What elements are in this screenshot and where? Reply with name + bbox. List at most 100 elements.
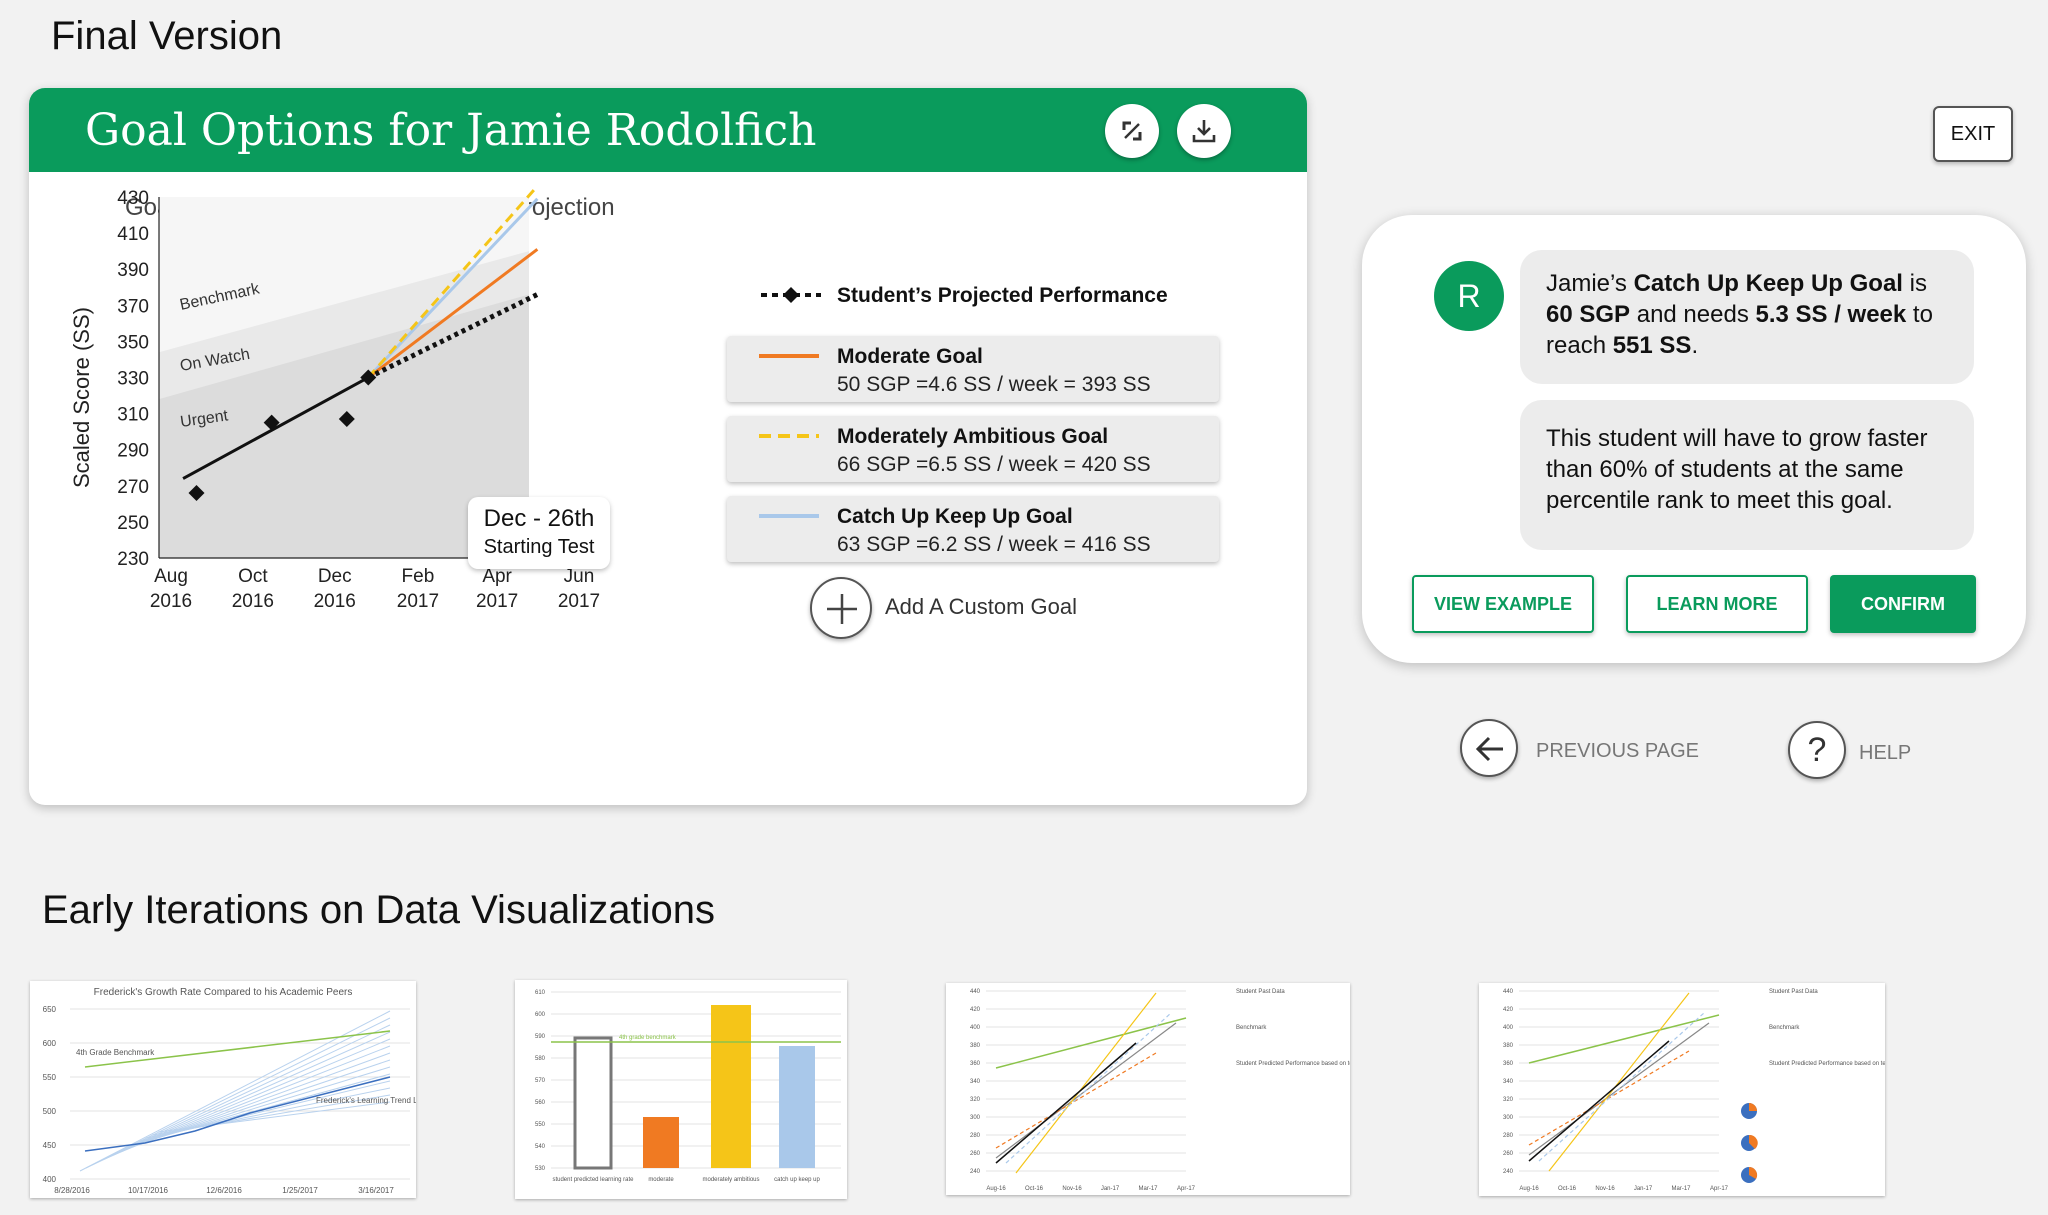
t3-x-tick: Nov-16 bbox=[1062, 1186, 1082, 1192]
thumb1-y-tick: 600 bbox=[43, 1039, 57, 1048]
thumb1-x-tick: 8/28/2016 bbox=[54, 1186, 90, 1195]
thumb1-benchmark-label: 4th Grade Benchmark bbox=[76, 1048, 155, 1057]
view-example-button[interactable]: VIEW EXAMPLE bbox=[1412, 575, 1594, 633]
growth-message-bubble: This student will have to grow faster th… bbox=[1520, 400, 1974, 550]
t3-legend-entry: Student Past Data bbox=[1236, 989, 1285, 995]
learn-more-button[interactable]: LEARN MORE bbox=[1626, 575, 1808, 633]
y-tick-label: 270 bbox=[117, 477, 149, 498]
thumb1-y-tick: 500 bbox=[43, 1107, 57, 1116]
expand-button[interactable] bbox=[1105, 104, 1159, 158]
previous-page-button[interactable] bbox=[1460, 719, 1518, 777]
exit-button[interactable]: EXIT bbox=[1933, 106, 2013, 162]
thumb1-y-tick: 550 bbox=[43, 1073, 57, 1082]
starting-test-date: Dec - 26th bbox=[483, 505, 595, 532]
x-tick-month: Oct bbox=[238, 566, 268, 587]
goal-message-line-1: Jamie’s Catch Up Keep Up Goal is bbox=[1546, 270, 1927, 297]
thumb1-title: Frederick's Growth Rate Compared to his … bbox=[94, 987, 353, 998]
goal-summary-panel: R Jamie’s Catch Up Keep Up Goal is 60 SG… bbox=[1362, 215, 2026, 663]
goal-chart: BenchmarkOn WatchUrgent 4304103903703503… bbox=[117, 185, 600, 612]
thumb1-trend-label: Frederick's Learning Trend Line bbox=[316, 1096, 416, 1105]
arrow-left-icon bbox=[1475, 736, 1503, 762]
t4-y-tick: 360 bbox=[1503, 1061, 1514, 1067]
y-tick-label: 310 bbox=[117, 405, 149, 426]
previous-page-label[interactable]: PREVIOUS PAGE bbox=[1536, 740, 1699, 763]
thumb2-y-tick: 550 bbox=[535, 1122, 546, 1128]
t4-x-tick: Apr-17 bbox=[1710, 1186, 1729, 1192]
peer-line bbox=[79, 1010, 391, 1172]
thumb2-y-tick: 610 bbox=[535, 990, 546, 996]
t4-legend-entry: Student Past Data bbox=[1769, 989, 1818, 995]
thumb1-y-tick: 400 bbox=[43, 1175, 57, 1184]
catchup-swatch bbox=[759, 514, 819, 518]
t3-x-tick: Aug-16 bbox=[986, 1186, 1006, 1192]
legend-moderately-ambitious-goal[interactable]: Moderately Ambitious Goal 66 SGP =6.5 SS… bbox=[727, 416, 1219, 482]
t4-x-tick: Aug-16 bbox=[1519, 1186, 1539, 1192]
t4-legend-entry: Student Predicted Performance based on t… bbox=[1769, 1061, 1885, 1067]
t3-y-tick: 380 bbox=[970, 1043, 981, 1049]
x-tick-month: Feb bbox=[402, 566, 435, 587]
t3-x-tick: Apr-17 bbox=[1177, 1186, 1196, 1192]
legend-moderate-goal[interactable]: Moderate Goal 50 SGP =4.6 SS / week = 39… bbox=[727, 336, 1219, 402]
t4-y-tick: 260 bbox=[1503, 1151, 1514, 1157]
starting-test-label: Starting Test bbox=[483, 536, 595, 558]
t4-x-tick: Jan-17 bbox=[1634, 1186, 1653, 1192]
t4-legend-entry: Benchmark bbox=[1769, 1025, 1800, 1031]
goal-options-card: Goal Options for Jamie Rodolfich Goal Se… bbox=[29, 88, 1307, 805]
moderate-goal-name: Moderate Goal bbox=[837, 345, 983, 368]
x-tick-year: 2017 bbox=[397, 591, 439, 612]
t3-x-tick: Mar-17 bbox=[1138, 1186, 1158, 1192]
t3-y-tick: 440 bbox=[970, 989, 981, 995]
catchup-goal-detail: 63 SGP =6.2 SS / week = 416 SS bbox=[837, 533, 1151, 556]
legend-catch-up-goal[interactable]: Catch Up Keep Up Goal 63 SGP =6.2 SS / w… bbox=[727, 496, 1219, 562]
y-tick-label: 410 bbox=[117, 224, 149, 245]
x-tick-year: 2016 bbox=[314, 591, 356, 612]
t3-x-tick: Oct-16 bbox=[1025, 1186, 1044, 1192]
projected-legend-swatch bbox=[761, 287, 821, 303]
thumb2-chart: 4th grade benchmark 610 600 590 580 570 560 55… bbox=[535, 990, 841, 1183]
y-tick-label: 290 bbox=[117, 441, 149, 462]
add-custom-goal-label[interactable]: Add A Custom Goal bbox=[885, 594, 1077, 620]
help-label[interactable]: HELP bbox=[1859, 742, 1911, 765]
thumb2-x-label: student predicted learning rate bbox=[552, 1177, 634, 1183]
download-button[interactable] bbox=[1177, 104, 1231, 158]
moderate-swatch bbox=[759, 354, 819, 358]
projected-legend-label: Student’s Projected Performance bbox=[837, 284, 1168, 307]
t3-y-tick: 260 bbox=[970, 1151, 981, 1157]
thumb2-y-tick: 530 bbox=[535, 1166, 546, 1172]
add-custom-goal-button[interactable] bbox=[810, 577, 872, 639]
iteration-thumbnail-1[interactable]: Frederick's Growth Rate Compared to his … bbox=[30, 981, 429, 1198]
t4-y-tick: 320 bbox=[1503, 1097, 1514, 1103]
confirm-button[interactable]: CONFIRM bbox=[1830, 575, 1976, 633]
question-icon: ? bbox=[1807, 731, 1827, 769]
x-tick-year: 2017 bbox=[558, 591, 600, 612]
thumb1-chart: Frederick's Growth Rate Compared to his … bbox=[43, 987, 429, 1195]
plus-icon bbox=[827, 594, 857, 624]
y-tick-label: 350 bbox=[117, 332, 149, 353]
iteration-thumbnail-2[interactable]: 4th grade benchmark 610 600 590 580 570 560 55… bbox=[515, 980, 847, 1199]
thumb1-y-tick: 650 bbox=[43, 1005, 57, 1014]
t3-legend-entry: Benchmark bbox=[1236, 1025, 1267, 1031]
thumb2-benchmark-label: 4th grade benchmark bbox=[619, 1035, 677, 1041]
iteration-thumbnail-4[interactable]: 440 420 400 380 360 340 320 300 280 260 240 Aug-16… bbox=[1479, 983, 1919, 1196]
t3-y-tick: 360 bbox=[970, 1061, 981, 1067]
y-tick-label: 230 bbox=[117, 549, 149, 570]
download-icon bbox=[1192, 120, 1216, 143]
help-button[interactable]: ? bbox=[1788, 721, 1846, 779]
thumb1-x-tick: 10/17/2016 bbox=[128, 1186, 169, 1195]
y-tick-label: 370 bbox=[117, 296, 149, 317]
catchup-goal-name: Catch Up Keep Up Goal bbox=[837, 505, 1073, 528]
t4-y-tick: 300 bbox=[1503, 1115, 1514, 1121]
thumb4-chart: 440 420 400 380 360 340 320 300 280 260 240 Aug-16… bbox=[1503, 989, 1919, 1192]
heading-final-version: Final Version bbox=[51, 14, 283, 58]
t4-y-tick: 400 bbox=[1503, 1025, 1514, 1031]
y-tick-label: 390 bbox=[117, 260, 149, 281]
t4-y-tick: 420 bbox=[1503, 1007, 1514, 1013]
goal-message-line-2: 60 SGP and needs 5.3 SS / week to bbox=[1546, 301, 1933, 328]
thumb2-y-tick: 600 bbox=[535, 1012, 546, 1018]
ambitious-goal-name: Moderately Ambitious Goal bbox=[837, 425, 1109, 448]
growth-message-text: This student will have to grow faster th… bbox=[1546, 425, 1928, 514]
t3-legend-entry: Student Predicted Performance based on t… bbox=[1236, 1061, 1350, 1067]
thumb1-x-tick: 1/25/2017 bbox=[282, 1186, 318, 1195]
iteration-thumbnail-3[interactable]: 440 420 400 380 360 340 320 300 280 260 240 Aug-16… bbox=[946, 983, 1386, 1195]
ambitious-swatch bbox=[759, 434, 819, 438]
